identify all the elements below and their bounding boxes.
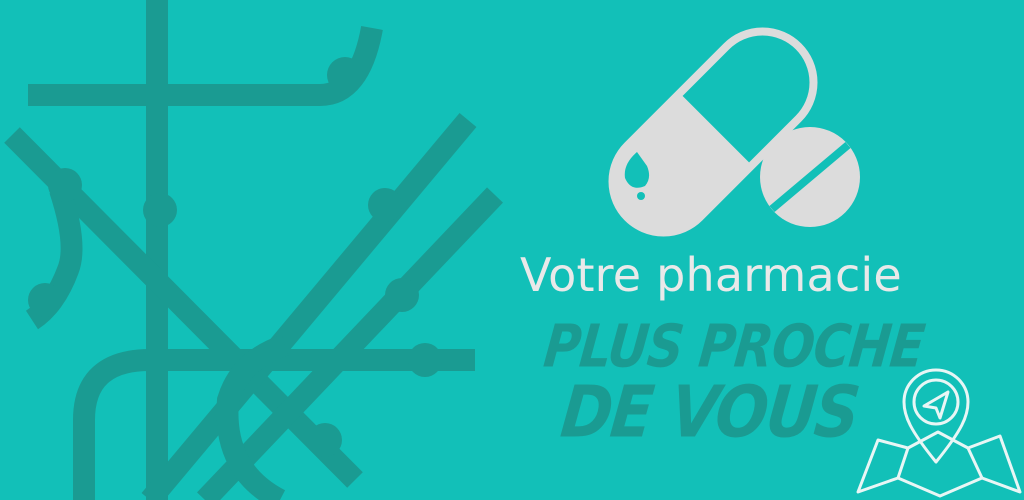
- pills-illustration: [608, 27, 860, 237]
- map-location-pin-icon: [856, 368, 1022, 498]
- tagline-line-2: DE VOUS: [557, 370, 862, 454]
- pharmacy-banner: Votre pharmacie PLUS PROCHE DE VOUS: [0, 0, 1024, 500]
- tablet-pill-icon: [760, 127, 860, 227]
- headline: Votre pharmacie: [520, 248, 902, 302]
- metro-map-icon: [4, 0, 503, 500]
